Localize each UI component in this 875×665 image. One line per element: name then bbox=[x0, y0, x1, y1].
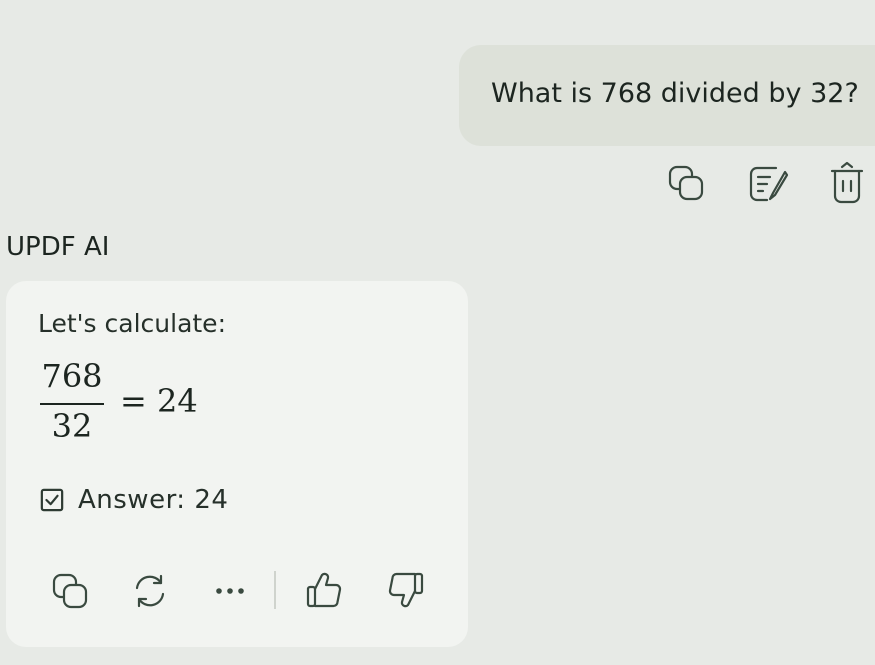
copy-icon bbox=[51, 572, 89, 610]
more-options-button[interactable] bbox=[210, 571, 250, 611]
regenerate-button[interactable] bbox=[130, 571, 170, 611]
math-result: = 24 bbox=[120, 382, 198, 420]
edit-icon bbox=[748, 163, 790, 205]
actions-divider bbox=[274, 571, 276, 609]
copy-response-button[interactable] bbox=[50, 571, 90, 611]
fraction: 768 32 bbox=[40, 357, 104, 445]
dislike-button[interactable] bbox=[386, 569, 426, 611]
thumbs-down-icon bbox=[387, 570, 425, 610]
answer-text: Answer: 24 bbox=[78, 485, 229, 515]
fraction-numerator: 768 bbox=[41, 357, 103, 395]
assistant-message-card: Let's calculate: 768 32 = 24 Answer: 24 bbox=[6, 281, 468, 647]
thumbs-up-icon bbox=[305, 570, 343, 610]
edit-user-message-button[interactable] bbox=[748, 163, 790, 205]
answer-row: Answer: 24 bbox=[40, 483, 228, 517]
assistant-name: UPDF AI bbox=[6, 232, 110, 262]
refresh-icon bbox=[131, 572, 169, 610]
delete-user-message-button[interactable] bbox=[828, 160, 866, 206]
check-box-icon bbox=[40, 488, 64, 512]
fraction-denominator: 32 bbox=[51, 407, 93, 445]
more-icon bbox=[212, 586, 248, 596]
user-message-bubble: What is 768 divided by 32? bbox=[459, 45, 875, 146]
user-message-text: What is 768 divided by 32? bbox=[491, 78, 859, 109]
assistant-intro-text: Let's calculate: bbox=[38, 309, 226, 338]
fraction-bar bbox=[40, 403, 104, 405]
like-button[interactable] bbox=[304, 569, 344, 611]
copy-user-message-button[interactable] bbox=[666, 163, 706, 203]
trash-icon bbox=[829, 160, 865, 206]
copy-icon bbox=[667, 164, 705, 202]
